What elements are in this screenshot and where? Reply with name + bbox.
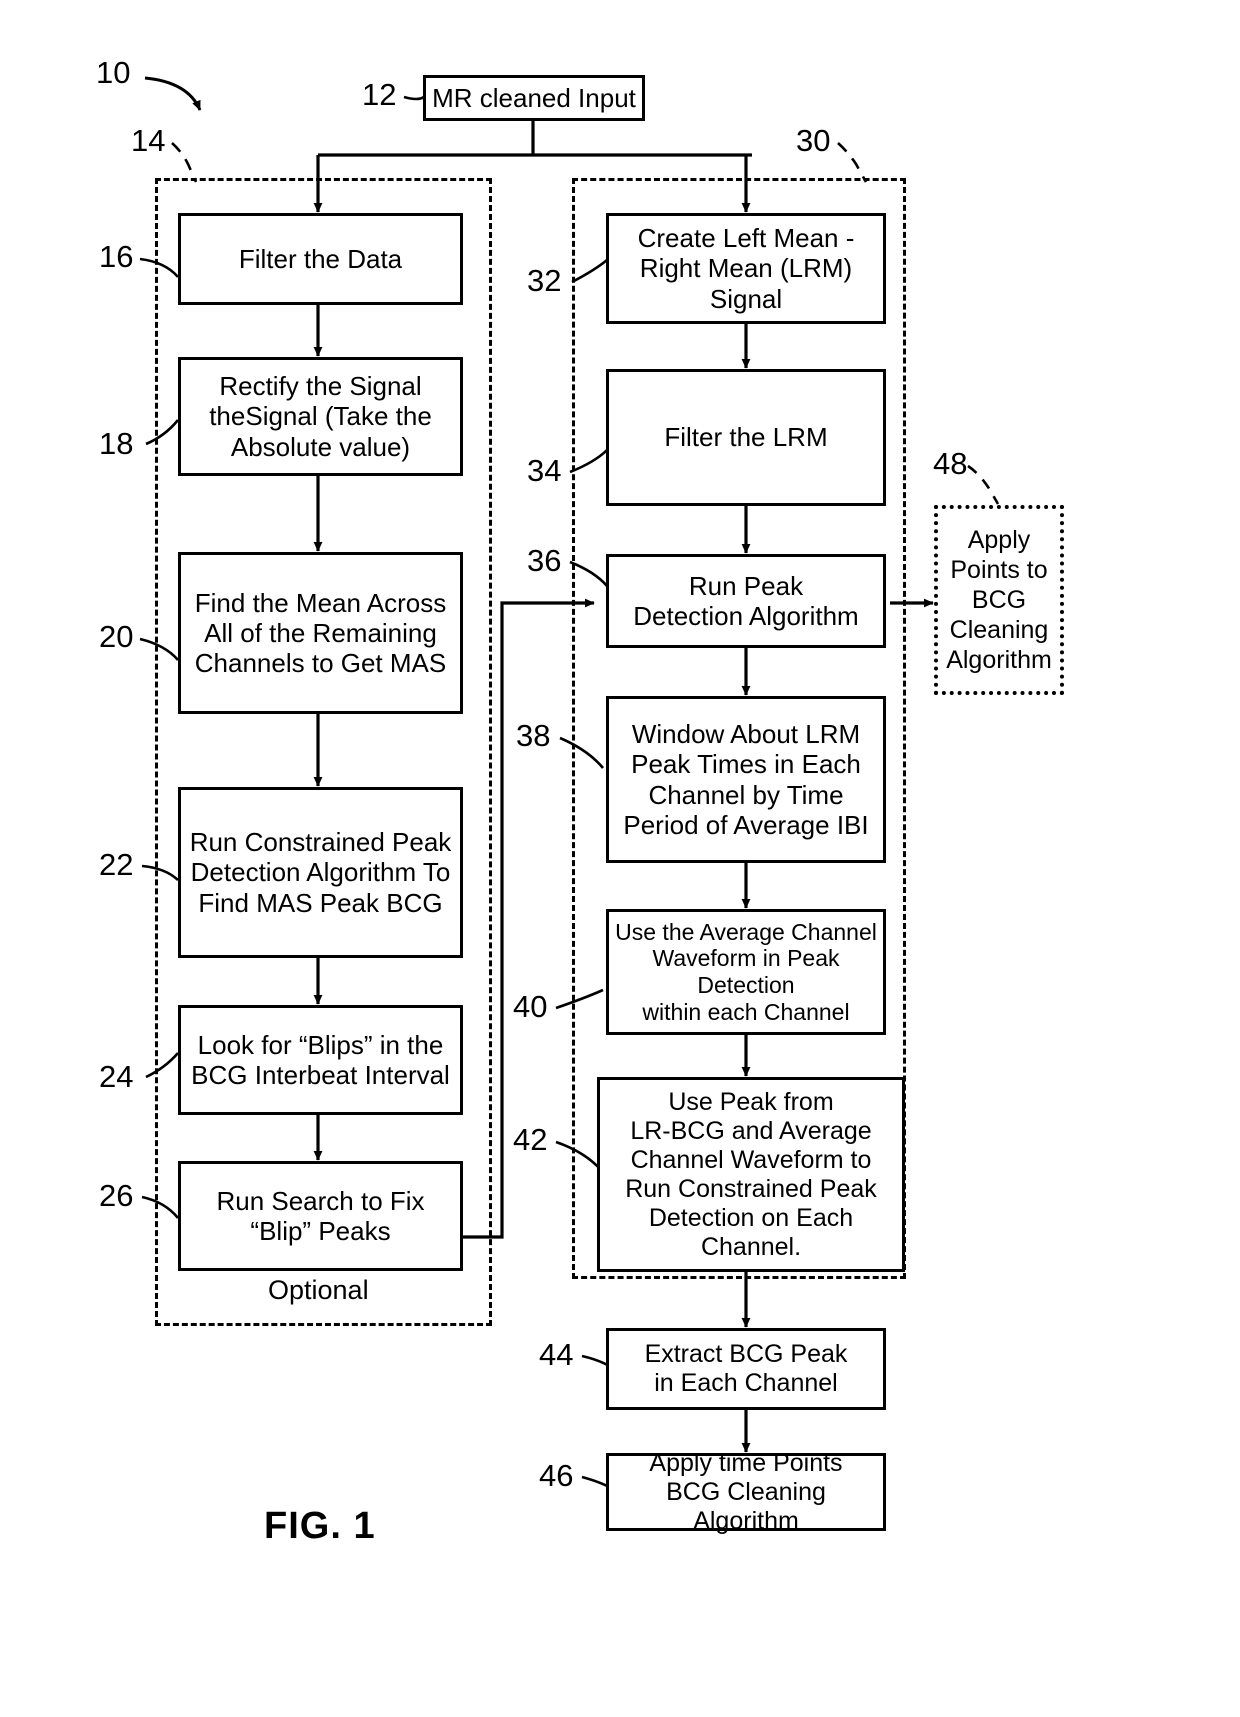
ref-26: 26	[99, 1178, 134, 1213]
ref-40: 40	[513, 989, 548, 1024]
box-fix-blip-peaks-label: Run Search to Fix “Blip” Peaks	[216, 1185, 425, 1246]
ref-32: 32	[527, 263, 562, 298]
box-apply-time-points-label: Apply time Points BCG Cleaning Algorithm	[649, 1448, 843, 1535]
box-window-about-lrm-label: Window About LRM Peak Times in Each Chan…	[623, 719, 869, 840]
ref-18: 18	[99, 426, 134, 461]
box-apply-points-bcg-cleaning[interactable]: Apply Points to BCG Cleaning Algorithm	[934, 505, 1064, 695]
ref-30: 30	[796, 123, 831, 158]
box-use-peak-lr-bcg-label: Use Peak from LR-BCG and Average Channel…	[625, 1087, 877, 1261]
figure-caption: FIG. 1	[264, 1505, 376, 1547]
box-filter-the-lrm[interactable]: Filter the LRM	[606, 369, 886, 506]
box-rectify-signal[interactable]: Rectify the Signal theSignal (Take the A…	[178, 357, 463, 476]
ref-12: 12	[362, 77, 397, 112]
leader-14	[171, 142, 198, 183]
leader-48	[967, 464, 1000, 505]
box-run-peak-detection[interactable]: Run Peak Detection Algorithm	[606, 554, 886, 648]
leader-30	[837, 142, 868, 183]
box-create-lrm-signal-label: Create Left Mean - Right Mean (LRM) Sign…	[637, 223, 855, 314]
box-filter-the-data[interactable]: Filter the Data	[178, 213, 463, 305]
patent-figure-page: MR cleaned Input Filter the Data Rectify…	[0, 0, 1240, 1717]
box-filter-the-lrm-label: Filter the LRM	[664, 422, 828, 453]
leader-12	[403, 95, 425, 101]
ref-48: 48	[933, 446, 968, 481]
ref-46: 46	[539, 1458, 574, 1493]
box-apply-points-bcg-cleaning-label: Apply Points to BCG Cleaning Algorithm	[946, 526, 1052, 674]
ref-16: 16	[99, 239, 134, 274]
box-extract-bcg-peak-label: Extract BCG Peak in Each Channel	[644, 1340, 848, 1397]
ref-38: 38	[516, 718, 551, 753]
box-fix-blip-peaks[interactable]: Run Search to Fix “Blip” Peaks	[178, 1161, 463, 1271]
box-average-channel-waveform[interactable]: Use the Average Channel Waveform in Peak…	[606, 909, 886, 1035]
ref-42: 42	[513, 1122, 548, 1157]
box-use-peak-lr-bcg[interactable]: Use Peak from LR-BCG and Average Channel…	[597, 1077, 905, 1272]
ref-24: 24	[99, 1059, 134, 1094]
box-look-for-blips-label: Look for “Blips” in the BCG Interbeat In…	[191, 1029, 450, 1090]
box-run-peak-detection-label: Run Peak Detection Algorithm	[633, 570, 859, 631]
group-left-optional	[155, 178, 492, 1326]
ref-14: 14	[131, 123, 166, 158]
box-mr-cleaned-input-label: MR cleaned Input	[432, 82, 636, 113]
box-average-channel-waveform-label: Use the Average Channel Waveform in Peak…	[615, 918, 877, 1025]
box-constrained-peak-detection[interactable]: Run Constrained Peak Detection Algorithm…	[178, 787, 463, 958]
ref-22: 22	[99, 847, 134, 882]
ref-10: 10	[96, 55, 131, 90]
box-look-for-blips[interactable]: Look for “Blips” in the BCG Interbeat In…	[178, 1005, 463, 1115]
box-extract-bcg-peak[interactable]: Extract BCG Peak in Each Channel	[606, 1328, 886, 1410]
box-apply-time-points[interactable]: Apply time Points BCG Cleaning Algorithm	[606, 1449, 886, 1535]
box-mr-cleaned-input[interactable]: MR cleaned Input	[423, 75, 645, 121]
ref-36: 36	[527, 543, 562, 578]
box-constrained-peak-detection-label: Run Constrained Peak Detection Algorithm…	[189, 827, 452, 918]
box-filter-the-data-label: Filter the Data	[238, 243, 403, 274]
optional-label: Optional	[268, 1275, 369, 1305]
box-find-mean-mas[interactable]: Find the Mean Across All of the Remainin…	[178, 552, 463, 714]
leader-10	[144, 76, 202, 111]
box-rectify-signal-label: Rectify the Signal theSignal (Take the A…	[209, 371, 432, 462]
ref-34: 34	[527, 453, 562, 488]
box-create-lrm-signal[interactable]: Create Left Mean - Right Mean (LRM) Sign…	[606, 213, 886, 324]
box-window-about-lrm[interactable]: Window About LRM Peak Times in Each Chan…	[606, 696, 886, 863]
box-find-mean-mas-label: Find the Mean Across All of the Remainin…	[194, 587, 447, 679]
ref-20: 20	[99, 619, 134, 654]
ref-44: 44	[539, 1337, 574, 1372]
